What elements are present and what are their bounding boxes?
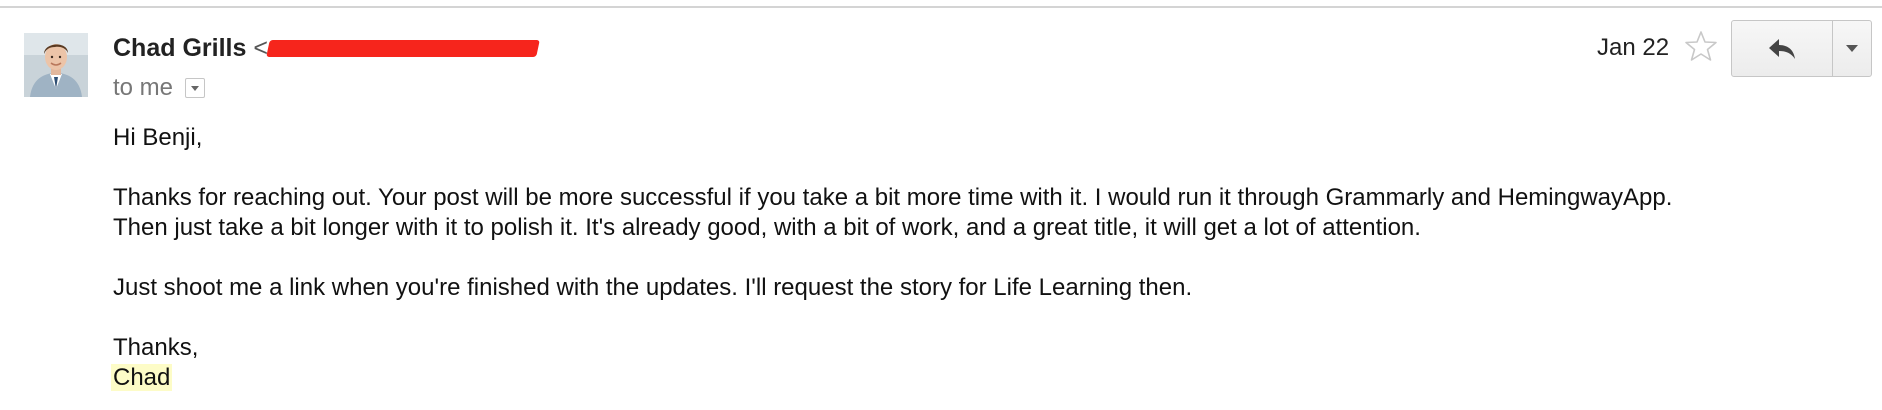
reply-button[interactable] xyxy=(1732,21,1833,76)
paragraph-1-line-1: Thanks for reaching out. Your post will … xyxy=(113,184,1673,211)
sender-email: < xyxy=(253,33,268,62)
recipient-label: to me xyxy=(113,74,174,101)
more-options-button[interactable] xyxy=(1833,21,1871,76)
message-body: Hi Benji, Thanks for reaching out. Your … xyxy=(111,123,1853,393)
star-icon[interactable] xyxy=(1683,28,1719,64)
paragraph-1-line-2: Then just take a bit longer with it to p… xyxy=(113,214,1421,241)
star-outline-icon xyxy=(1685,31,1717,61)
reply-button-group xyxy=(1731,20,1872,77)
signature: Chad xyxy=(111,364,173,391)
sender-line: Chad Grills < xyxy=(113,31,540,65)
chevron-down-icon xyxy=(1846,45,1858,52)
sender-avatar[interactable] xyxy=(24,33,88,97)
greeting: Hi Benji, xyxy=(113,124,203,151)
sender-name[interactable]: Chad Grills xyxy=(113,34,246,63)
show-details-icon[interactable] xyxy=(185,78,206,98)
closing: Thanks, xyxy=(113,334,199,361)
top-divider xyxy=(0,6,1882,8)
email-message: Chad Grills < to me Jan 22 Hi Benji, Tha… xyxy=(0,0,1882,410)
recipient-line: to me xyxy=(113,73,206,103)
message-date: Jan 22 xyxy=(1597,34,1670,61)
avatar-photo xyxy=(24,33,88,97)
reply-arrow-icon xyxy=(1769,38,1795,59)
paragraph-2: Just shoot me a link when you're finishe… xyxy=(113,274,1193,301)
redaction-mark xyxy=(266,39,540,57)
